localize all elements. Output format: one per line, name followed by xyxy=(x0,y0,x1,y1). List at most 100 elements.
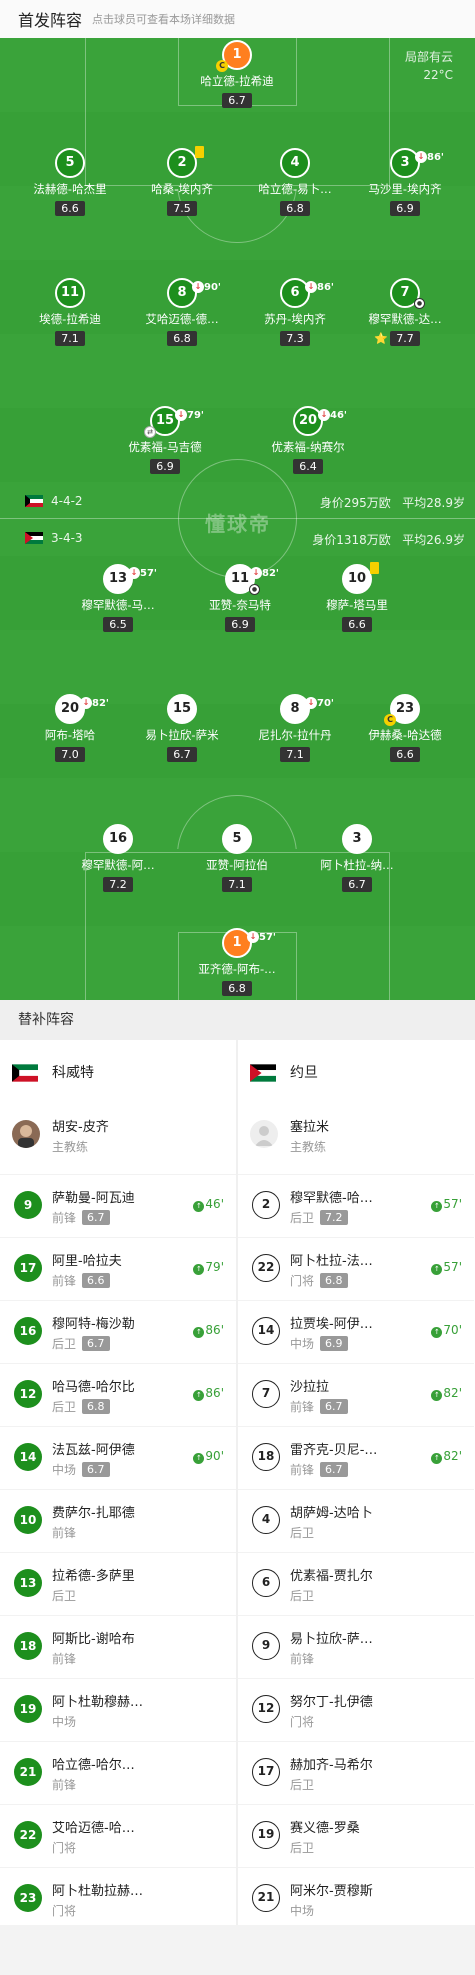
sub-in-minute-text: 79' xyxy=(205,1260,224,1274)
home-player[interactable]: 13 ↓ 57' 穆罕默德-马… 6.5 xyxy=(63,564,173,640)
bench-player-row[interactable]: 13 拉希德-多萨里 后卫 xyxy=(0,1552,236,1615)
bench-player-position: 前锋 xyxy=(52,1778,77,1792)
home-player[interactable]: 20 ↓ 82' 阿布-塔哈 7.0 xyxy=(15,694,125,770)
sub-minute: 82' xyxy=(92,698,109,709)
page-subtitle: 点击球员可查看本场详细数据 xyxy=(92,13,236,26)
home-player[interactable]: 10 穆萨-塔马里 6.6 xyxy=(302,562,412,640)
bench-player-position-wrap: 后卫 6.8 xyxy=(52,1398,110,1415)
player-name: 易卜拉欣-萨米 xyxy=(145,728,219,742)
sub-minute: 90' xyxy=(204,282,221,293)
away-player[interactable]: 8 ↓ 90' 艾哈迈德-德… 6.8 xyxy=(127,278,237,354)
bench-player-row[interactable]: 21 阿米尔-贾穆斯 中场 xyxy=(238,1867,474,1930)
bench-player-position-wrap: 前锋 xyxy=(52,1776,76,1793)
bench-player-row[interactable]: 17 阿里-哈拉夫 前锋 6.6 ↑ 79' xyxy=(0,1237,236,1300)
bench-player-row[interactable]: 22 阿卜杜拉-法… 门将 6.8 ↑ 57' xyxy=(238,1237,474,1300)
home-player[interactable]: 23 C 伊赫桑-哈达德 6.6 xyxy=(350,694,460,770)
away-player[interactable]: 3 ↓ 86' 马沙里-埃内齐 6.9 xyxy=(350,148,460,224)
bench-player-row[interactable]: 12 哈马德-哈尔比 后卫 6.8 ↑ 86' xyxy=(0,1363,236,1426)
bench-player-row[interactable]: 18 阿斯比-谢哈布 前锋 xyxy=(0,1615,236,1678)
player-number: 8 ↓ 90' xyxy=(167,278,221,308)
bench-player-row[interactable]: 17 赫加齐-马希尔 后卫 xyxy=(238,1741,474,1804)
player-name: 尼扎尔-拉什丹 xyxy=(258,728,332,742)
away-player[interactable]: 20 ↓ 46' 优素福-纳赛尔 6.4 xyxy=(253,406,363,482)
player-number: 16 xyxy=(103,824,133,854)
goal-ball-icon: ● xyxy=(414,298,425,309)
bench-player-row[interactable]: 23 阿卜杜勒拉赫… 门将 xyxy=(0,1867,236,1930)
away-coach[interactable]: 胡安-皮齐 主教练 xyxy=(0,1104,236,1174)
away-player[interactable]: 1 C 哈立德-拉希迪 6.7 xyxy=(182,40,292,116)
bench-player-number: 17 xyxy=(252,1758,280,1786)
away-player[interactable]: 6 ↓ 86' 苏丹-埃内齐 7.3 xyxy=(240,278,350,354)
bench-player-rating: 6.8 xyxy=(82,1399,110,1414)
bench-player-row[interactable]: 19 阿卜杜勒穆赫… 中场 xyxy=(0,1678,236,1741)
bench-player-position-wrap: 前锋 6.7 xyxy=(290,1461,348,1478)
home-coach[interactable]: 塞拉米 主教练 xyxy=(238,1104,474,1174)
sub-out-badge: ↓ 46' xyxy=(318,403,347,429)
bench-player-name: 萨勒曼-阿瓦迪 xyxy=(52,1191,135,1206)
bench-player-row[interactable]: 19 赛义德-罗桑 后卫 xyxy=(238,1804,474,1867)
away-player[interactable]: 7 ● 穆罕默德-达… 7.7 ⭐ xyxy=(350,278,460,354)
away-player[interactable]: 11 埃德-拉希迪 7.1 xyxy=(15,278,125,354)
player-number: 23 C xyxy=(384,694,420,726)
sub-out-badge: ↓ 57' xyxy=(128,561,157,587)
bench-player-position: 后卫 xyxy=(290,1526,315,1540)
home-player[interactable]: 16 穆罕默德-阿… 7.2 xyxy=(63,824,173,900)
bench-player-row[interactable]: 10 费萨尔-扎耶德 前锋 xyxy=(0,1489,236,1552)
sub-minute: 86' xyxy=(317,282,334,293)
bench-player-name: 胡萨姆-达哈卜 xyxy=(290,1506,373,1521)
player-number-text: 1 xyxy=(232,47,242,62)
player-name: 穆罕默德-阿… xyxy=(81,858,155,872)
bench-player-row[interactable]: 12 努尔丁-扎伊德 门将 xyxy=(238,1678,474,1741)
player-number-text: 8 xyxy=(177,285,187,300)
bench-player-number: 6 xyxy=(252,1569,280,1597)
player-rating: 7.3 xyxy=(280,331,310,346)
bench-player-row[interactable]: 16 穆阿特-梅沙勒 后卫 6.7 ↑ 86' xyxy=(0,1300,236,1363)
player-name: 哈立德-易卜… xyxy=(258,182,332,196)
away-player[interactable]: 15 ↓ 79' ⇄ 优素福-马吉德 6.9 xyxy=(110,406,220,482)
bench-player-number: 13 xyxy=(14,1569,42,1597)
home-player[interactable]: 1 ↓ 57' 亚齐德-阿布-… 6.8 xyxy=(182,928,292,1000)
away-player[interactable]: 2 哈桑-埃内齐 7.5 xyxy=(127,146,237,224)
home-player[interactable]: 3 阿卜杜拉-纳… 6.7 xyxy=(302,824,412,900)
player-number: 6 ↓ 86' xyxy=(280,278,334,308)
player-number-text: 3 xyxy=(400,155,410,170)
bench-player-position-wrap: 中场 6.7 xyxy=(52,1461,110,1478)
home-player[interactable]: 11 ↓ 82' ● 亚赞-奈马特 6.9 xyxy=(185,564,295,640)
home-team-header[interactable]: 约旦 xyxy=(238,1040,474,1104)
bench-player-row[interactable]: 9 易卜拉欣-萨… 前锋 xyxy=(238,1615,474,1678)
player-rating-wrap: 6.8 xyxy=(182,977,292,996)
away-team-header[interactable]: 科威特 xyxy=(0,1040,236,1104)
player-rating-wrap: 7.5 xyxy=(127,197,237,216)
player-name: 阿布-塔哈 xyxy=(44,728,96,742)
bench-player-number: 18 xyxy=(14,1632,42,1660)
bench-player-name: 赛义德-罗桑 xyxy=(290,1821,360,1836)
player-rating-wrap: 7.0 xyxy=(15,743,125,762)
player-number: 5 xyxy=(222,824,252,854)
home-player[interactable]: 5 亚赞-阿拉伯 7.1 xyxy=(182,824,292,900)
bench-player-row[interactable]: 7 沙拉拉 前锋 6.7 ↑ 82' xyxy=(238,1363,474,1426)
bench-player-row[interactable]: 6 优素福-贾扎尔 后卫 xyxy=(238,1552,474,1615)
goal-ball-icon: ● xyxy=(249,584,260,595)
player-rating-wrap: 6.9 xyxy=(110,455,220,474)
player-name: 优素福-马吉德 xyxy=(128,440,202,454)
home-player[interactable]: 15 易卜拉欣-萨米 6.7 xyxy=(127,694,237,770)
bench-player-row[interactable]: 18 雷齐克-贝尼-… 前锋 6.7 ↑ 82' xyxy=(238,1426,474,1489)
player-rating: 7.5 xyxy=(167,201,197,216)
player-number: 2 xyxy=(167,146,204,178)
player-number-text: 5 xyxy=(65,155,75,170)
player-rating: 6.7 xyxy=(167,747,197,762)
bench-player-row[interactable]: 14 法瓦兹-阿伊德 中场 6.7 ↑ 90' xyxy=(0,1426,236,1489)
bench-player-row[interactable]: 22 艾哈迈德-哈… 门将 xyxy=(0,1804,236,1867)
bench-player-row[interactable]: 21 哈立德-哈尔… 前锋 xyxy=(0,1741,236,1804)
bench-player-name: 阿卜杜勒拉赫… xyxy=(52,1884,144,1899)
bench-player-row[interactable]: 14 拉贾埃-阿伊… 中场 6.9 ↑ 70' xyxy=(238,1300,474,1363)
away-player[interactable]: 4 哈立德-易卜… 6.8 xyxy=(240,148,350,224)
home-player[interactable]: 8 ↓ 70' 尼扎尔-拉什丹 7.1 xyxy=(240,694,350,770)
bench-player-row[interactable]: 2 穆罕默德-哈… 后卫 7.2 ↑ 57' xyxy=(238,1174,474,1237)
bench-player-position-wrap: 后卫 xyxy=(290,1587,314,1604)
away-player[interactable]: 5 法赫德-哈杰里 6.6 xyxy=(15,148,125,224)
bench-player-row[interactable]: 9 萨勒曼-阿瓦迪 前锋 6.7 ↑ 46' xyxy=(0,1174,236,1237)
sub-in-arrow-icon: ↑ xyxy=(193,1201,205,1212)
bench-player-row[interactable]: 4 胡萨姆-达哈卜 后卫 xyxy=(238,1489,474,1552)
yellow-card-icon xyxy=(370,562,379,574)
